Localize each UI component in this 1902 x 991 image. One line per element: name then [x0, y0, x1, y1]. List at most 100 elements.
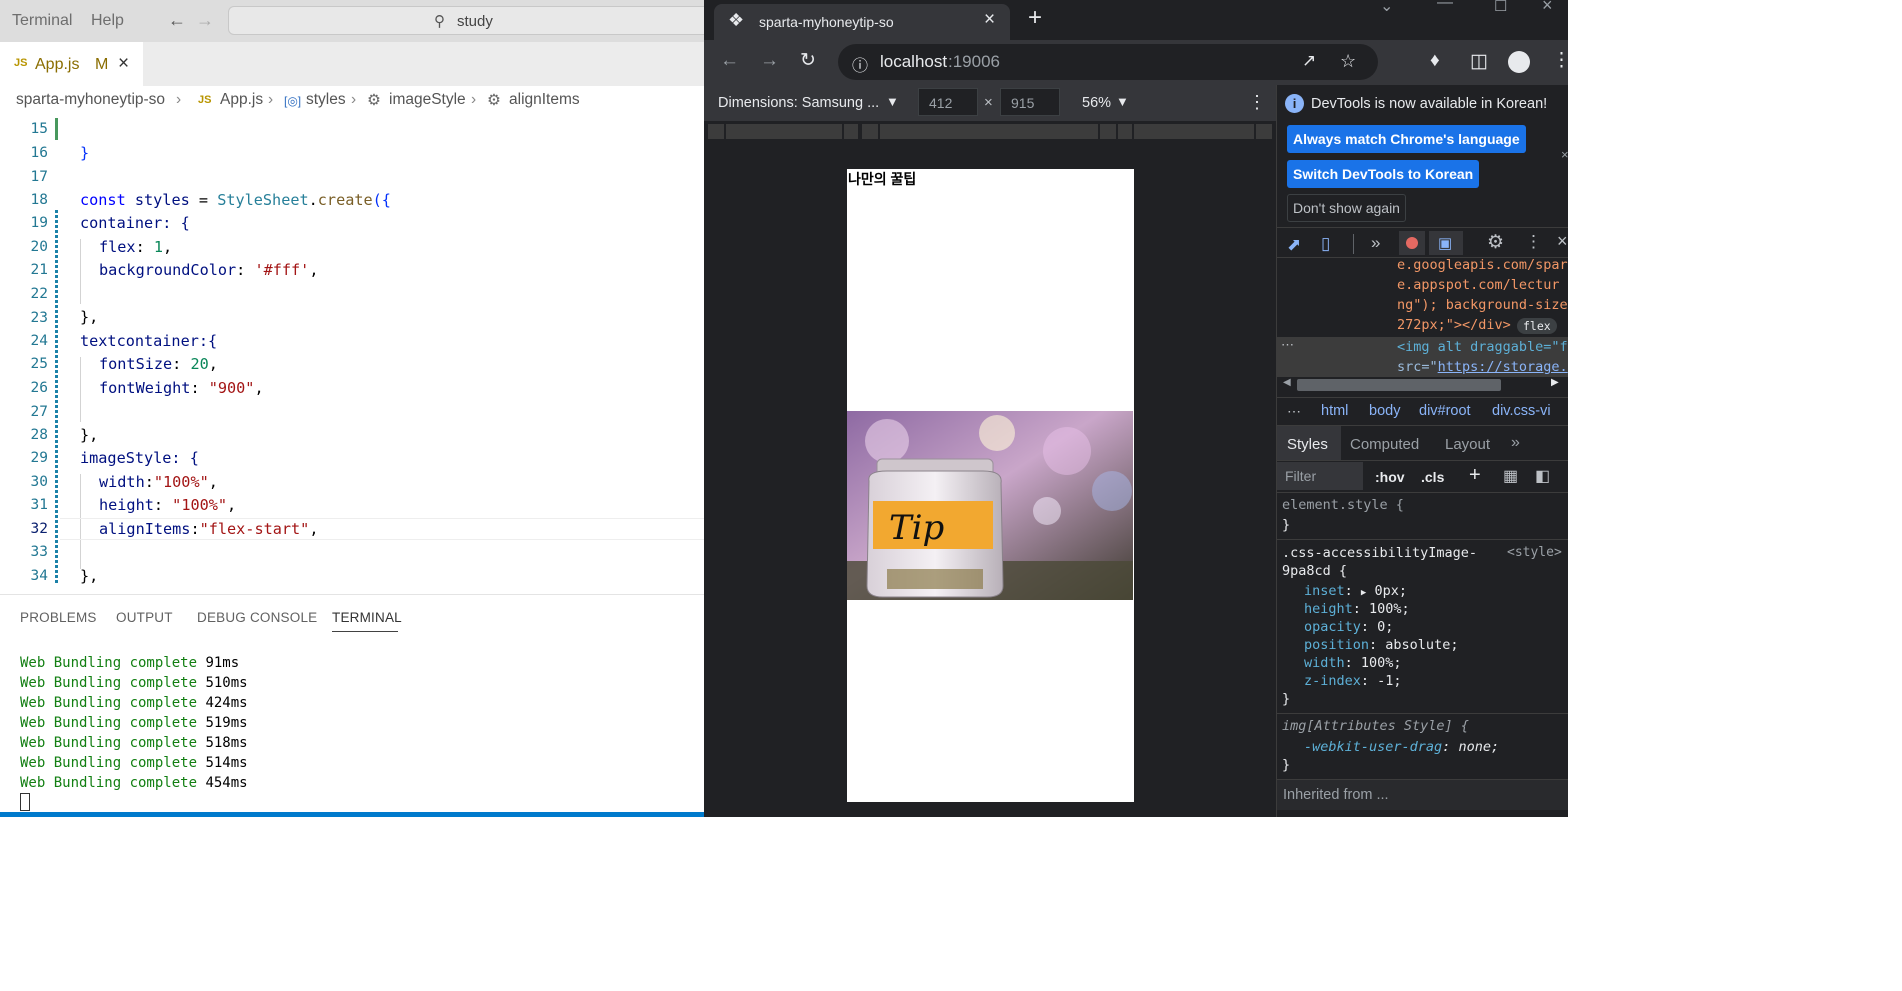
back-arrow-icon[interactable]: ← — [168, 10, 186, 31]
tab-styles[interactable]: Styles — [1287, 436, 1328, 453]
reload-icon[interactable]: ↻ — [800, 49, 816, 72]
minimize-icon[interactable]: — — [1437, 0, 1453, 12]
media-segment[interactable] — [1256, 124, 1272, 139]
media-segment[interactable] — [844, 124, 858, 139]
media-segment[interactable] — [1100, 124, 1116, 139]
horizontal-scrollbar[interactable] — [1297, 379, 1501, 391]
more-style-tabs-icon[interactable]: » — [1511, 434, 1520, 452]
breadcrumb-alignitems[interactable]: alignItems — [509, 91, 580, 109]
scroll-right-icon[interactable]: ▶ — [1551, 377, 1559, 388]
media-segment[interactable] — [880, 124, 1098, 139]
tab-output[interactable]: OUTPUT — [116, 610, 173, 625]
dom-path-body[interactable]: body — [1369, 403, 1400, 419]
bookmark-star-icon[interactable]: ☆ — [1340, 51, 1356, 72]
close-tab-icon[interactable]: × — [118, 53, 129, 75]
paint-icon[interactable]: ▦ — [1503, 466, 1518, 486]
css-property[interactable]: opacity: 0; — [1304, 619, 1393, 635]
command-center-search[interactable]: ⚲ study — [228, 6, 704, 35]
terminal-cursor[interactable] — [20, 793, 30, 811]
ellipsis-icon[interactable]: ⋯ — [1281, 337, 1294, 353]
height-input[interactable]: 915 — [1000, 88, 1060, 116]
extensions-icon[interactable]: ♦ — [1430, 50, 1440, 72]
menu-help[interactable]: Help — [91, 12, 124, 30]
media-segment[interactable] — [862, 124, 878, 139]
dont-show-again-button[interactable]: Don't show again — [1287, 194, 1406, 222]
tab-search-icon[interactable]: ⌄ — [1380, 0, 1393, 16]
share-icon[interactable]: ↗ — [1302, 51, 1316, 71]
tab-layout[interactable]: Layout — [1445, 436, 1490, 453]
close-tab-icon[interactable]: × — [984, 9, 995, 31]
inherited-label: Inherited from ... — [1283, 787, 1389, 803]
dom-path-div[interactable]: div.css-vi — [1492, 403, 1551, 419]
rule-source-link[interactable]: <style> — [1507, 545, 1562, 560]
more-tabs-icon[interactable]: » — [1371, 233, 1380, 253]
site-info-icon[interactable]: ⓘ — [852, 52, 868, 76]
terminal-line: Web Bundling complete 91ms — [20, 655, 240, 671]
tab-terminal[interactable]: TERMINAL — [332, 610, 402, 625]
css-property[interactable]: z-index: -1; — [1304, 673, 1402, 689]
flex-badge[interactable]: flex — [1517, 318, 1557, 334]
elements-line[interactable]: e.googleapis.com/spar — [1397, 257, 1568, 273]
device-viewport[interactable]: 나만의 꿀팁 Tip — [847, 169, 1134, 802]
hov-button[interactable]: :hov — [1375, 469, 1405, 485]
switch-to-korean-button[interactable]: Switch DevTools to Korean — [1287, 160, 1480, 188]
settings-gear-icon[interactable]: ⚙ — [1487, 231, 1504, 254]
device-toggle-icon[interactable]: ▯ — [1321, 234, 1330, 254]
caret-down-icon[interactable]: ▼ — [1116, 94, 1129, 109]
menu-terminal[interactable]: Terminal — [12, 12, 72, 30]
caret-down-icon[interactable]: ▼ — [886, 94, 899, 109]
close-notice-icon[interactable]: × — [1561, 147, 1568, 162]
close-window-icon[interactable]: × — [1542, 0, 1553, 16]
media-segment[interactable] — [1134, 124, 1254, 139]
elements-line[interactable]: src="https://storage. — [1397, 359, 1568, 375]
profile-avatar[interactable] — [1508, 51, 1530, 73]
cls-button[interactable]: .cls — [1421, 469, 1444, 485]
more-menu-icon[interactable]: ⋮ — [1552, 49, 1568, 72]
tab-computed[interactable]: Computed — [1350, 436, 1419, 453]
css-property[interactable]: width: 100%; — [1304, 655, 1402, 671]
media-segment[interactable] — [726, 124, 842, 139]
breadcrumb-styles[interactable]: styles — [306, 91, 346, 109]
forward-arrow-icon[interactable]: → — [196, 10, 214, 31]
devtools-more-icon[interactable]: ⋮ — [1525, 232, 1542, 252]
maximize-icon[interactable]: ☐ — [1494, 0, 1507, 15]
styles-filter-input[interactable]: Filter — [1277, 462, 1363, 490]
css-property[interactable]: inset: ▶ 0px; — [1304, 583, 1407, 599]
device-select[interactable]: Dimensions: Samsung ... — [718, 95, 879, 111]
breadcrumb-folder[interactable]: sparta-myhoneytip-so — [16, 91, 165, 109]
css-property[interactable]: position: absolute; — [1304, 637, 1458, 653]
line-number: 23 — [30, 310, 48, 326]
browser-tab[interactable]: ❖ sparta-myhoneytip-so × — [714, 4, 1010, 40]
close-devtools-icon[interactable]: × — [1557, 231, 1568, 252]
line-number: 26 — [30, 380, 48, 396]
width-input[interactable]: 412 — [918, 88, 978, 116]
scroll-left-icon[interactable]: ◀ — [1283, 377, 1291, 388]
forward-icon[interactable]: → — [760, 50, 779, 72]
css-property[interactable]: height: 100%; — [1304, 601, 1410, 617]
dom-path-html[interactable]: html — [1321, 403, 1348, 419]
media-segment[interactable] — [1118, 124, 1132, 139]
tab-problems[interactable]: PROBLEMS — [20, 610, 97, 625]
inspect-element-icon[interactable]: ⬈ — [1287, 235, 1301, 255]
dom-path-root[interactable]: div#root — [1419, 403, 1471, 419]
elements-line[interactable]: <img alt draggable="f — [1397, 339, 1568, 355]
code-editor[interactable]: 15 16 17 18 19 20 21 22 23 24 25 26 27 2… — [0, 114, 704, 592]
breadcrumb-imagestyle[interactable]: imageStyle — [389, 91, 466, 109]
side-panel-icon[interactable]: ◫ — [1470, 50, 1488, 73]
media-segment[interactable] — [708, 124, 724, 139]
elements-line[interactable]: e.appspot.com/lectur — [1397, 277, 1560, 293]
tab-debug-console[interactable]: DEBUG CONSOLE — [197, 610, 317, 625]
elements-line[interactable]: 272px;"></div> — [1397, 317, 1511, 333]
ellipsis-icon[interactable]: ⋯ — [1287, 403, 1301, 420]
back-icon[interactable]: ← — [720, 50, 739, 72]
device-more-icon[interactable]: ⋮ — [1248, 92, 1266, 113]
new-tab-icon[interactable]: + — [1028, 4, 1042, 32]
breadcrumb-file[interactable]: App.js — [220, 91, 263, 109]
tab-app-js[interactable]: JS App.js M × — [0, 42, 143, 86]
new-rule-icon[interactable]: + — [1469, 464, 1481, 487]
address-bar[interactable]: ⓘ localhost :19006 ☆ ↗ — [838, 44, 1378, 80]
sidebar-toggle-icon[interactable]: ◧ — [1535, 466, 1550, 486]
zoom-select[interactable]: 56% — [1082, 95, 1111, 111]
elements-line[interactable]: ng"); background-size — [1397, 297, 1568, 313]
always-match-language-button[interactable]: Always match Chrome's language — [1287, 125, 1526, 153]
